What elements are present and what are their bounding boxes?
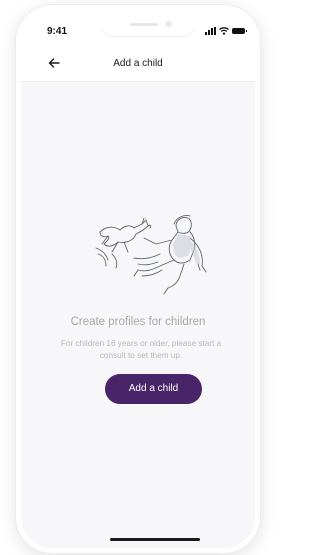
- phone-notch: [100, 10, 196, 37]
- battery-icon: [232, 28, 247, 34]
- phone-screen: 9:41 Add a child Create profiles for chi…: [16, 5, 260, 553]
- status-time: 9:41: [47, 26, 68, 37]
- home-indicator[interactable]: [110, 538, 200, 541]
- wifi-icon: [219, 27, 229, 35]
- empty-state-description: For children 16 years or older, please s…: [60, 339, 222, 360]
- add-child-button[interactable]: Add a child: [105, 374, 202, 404]
- status-icons: [205, 27, 247, 35]
- nav-bar: Add a child: [16, 45, 260, 82]
- page-title: Add a child: [113, 58, 163, 69]
- speaker-grille: [130, 23, 158, 26]
- person-and-dog-illustration: [95, 215, 207, 295]
- signal-icon: [205, 27, 216, 35]
- empty-state-title: Create profiles for children: [70, 316, 206, 328]
- front-camera: [166, 21, 172, 27]
- status-bar: 9:41: [16, 5, 260, 45]
